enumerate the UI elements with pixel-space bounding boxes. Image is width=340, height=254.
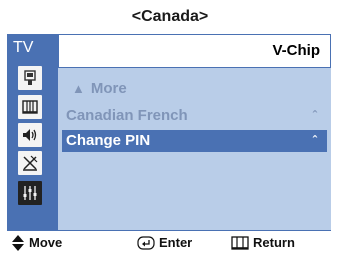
input-icon[interactable]	[18, 66, 42, 90]
up-down-arrow-icon	[12, 235, 24, 251]
tv-label: TV	[13, 39, 34, 56]
move-hint: Move	[11, 231, 62, 254]
sound-icon[interactable]	[18, 123, 42, 147]
return-hint: Return	[231, 231, 295, 254]
move-label: Move	[29, 235, 63, 250]
caret-icon: ˆ	[312, 108, 317, 123]
sidebar: TV	[7, 34, 58, 230]
enter-hint: Enter	[137, 231, 192, 254]
vchip-panel: V-Chip ▲ More Canadian French ˆ Change PI…	[58, 34, 331, 230]
caret-icon: ˆ	[312, 133, 317, 148]
sound-icon-glyph	[23, 129, 37, 141]
antenna-icon[interactable]	[18, 151, 42, 175]
channel-icon-glyph	[22, 100, 38, 114]
menu-item-change-pin-label: Change PIN	[66, 132, 151, 149]
menu-item-more-label: More	[90, 80, 127, 97]
enter-icon	[137, 236, 155, 250]
menu-item-more[interactable]: ▲ More	[62, 78, 327, 100]
up-arrow-icon: ▲	[72, 81, 85, 96]
input-icon-glyph	[24, 70, 36, 85]
menu-item-canadian-french-label: Canadian French	[66, 107, 188, 124]
menu-item-canadian-french[interactable]: Canadian French ˆ	[62, 105, 327, 127]
panel-title: V-Chip	[58, 34, 331, 68]
antenna-icon-glyph	[23, 155, 38, 171]
channel-icon[interactable]	[18, 95, 42, 119]
enter-label: Enter	[159, 235, 193, 250]
return-label: Return	[253, 235, 295, 250]
return-icon	[231, 236, 249, 250]
menu-item-change-pin[interactable]: Change PIN ˆ	[62, 130, 327, 152]
setup-icon[interactable]	[18, 181, 42, 205]
region-title: <Canada>	[131, 8, 209, 25]
setup-icon-glyph	[23, 186, 37, 200]
footer-help-bar: Move Enter Return	[7, 230, 331, 254]
